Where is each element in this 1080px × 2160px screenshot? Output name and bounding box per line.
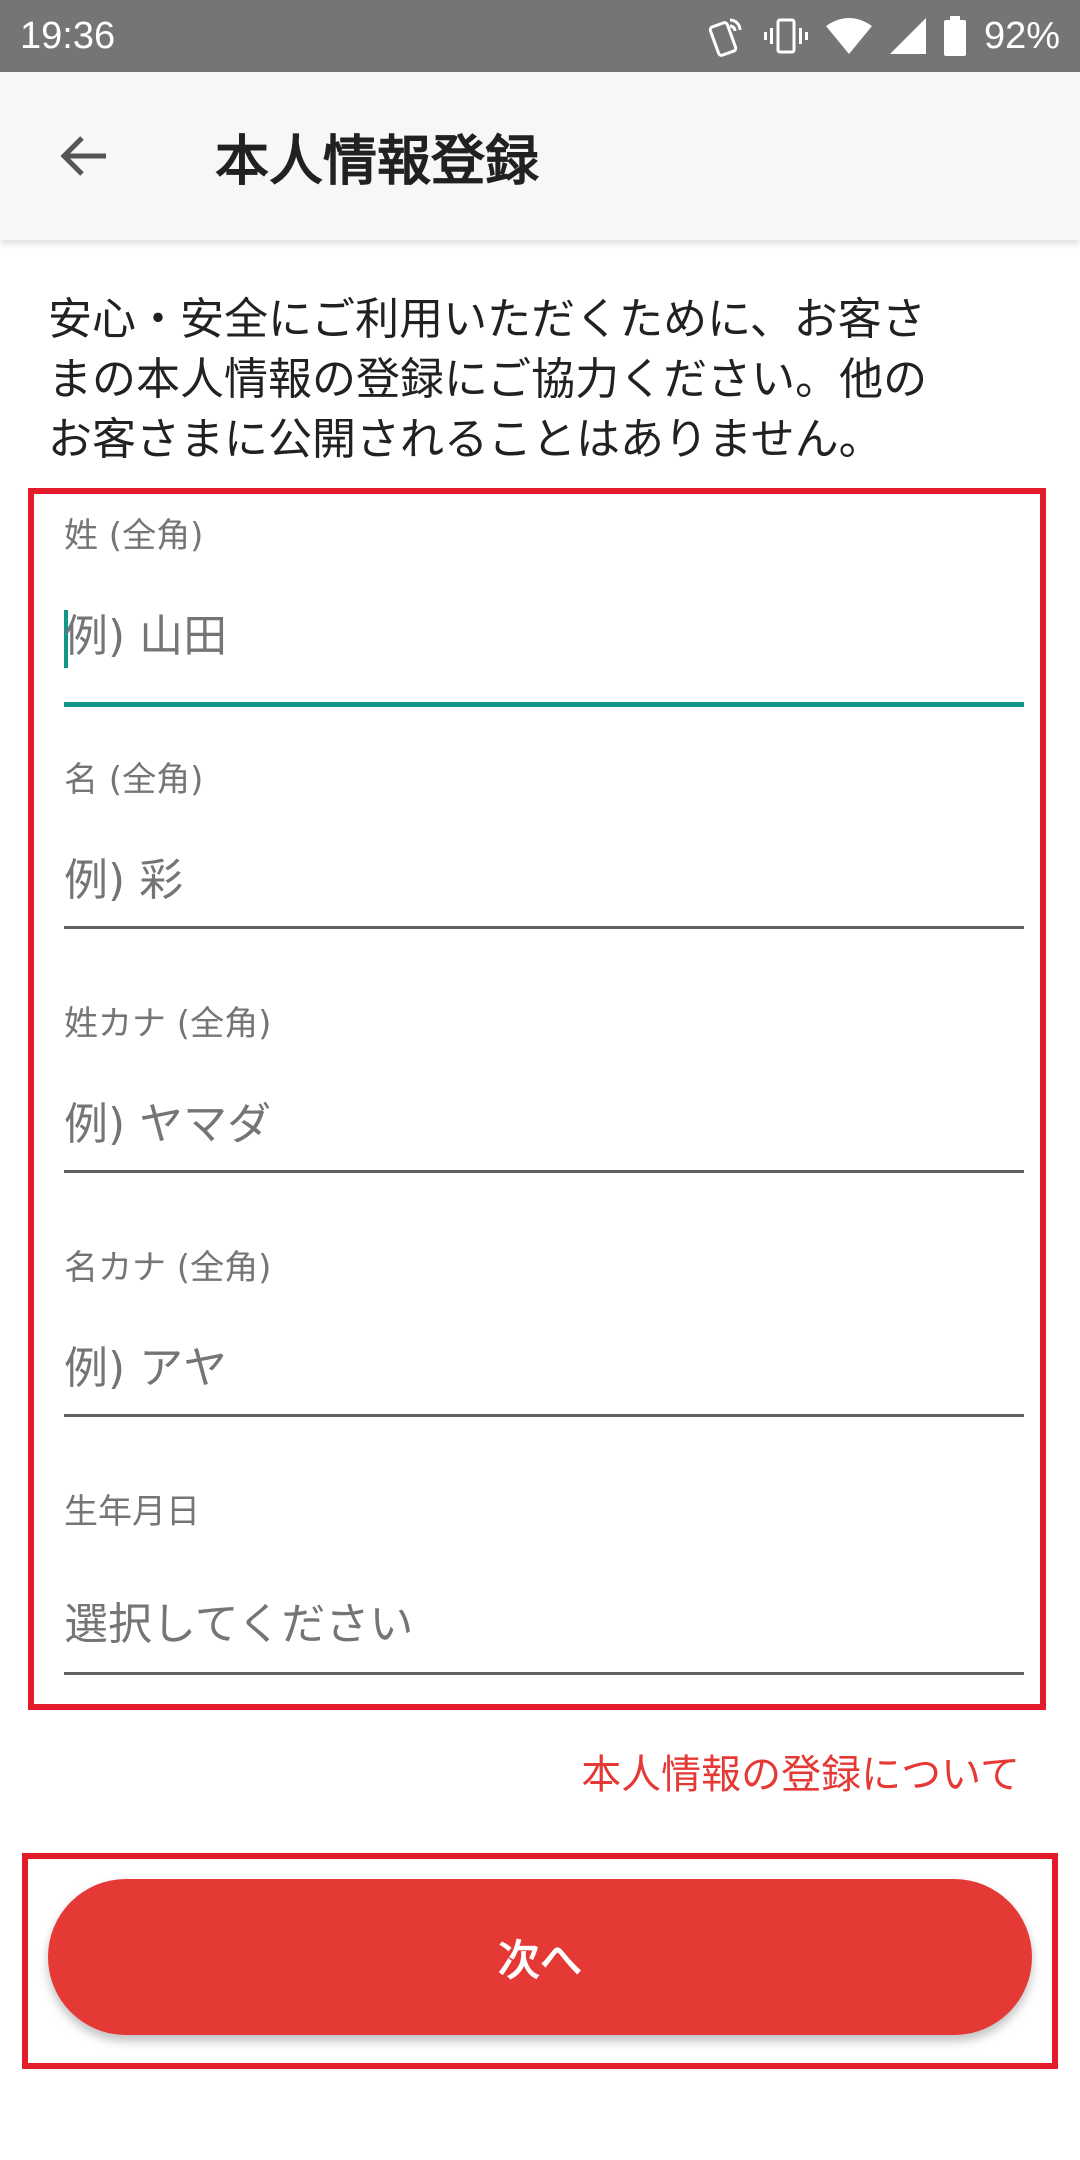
intro-line: まの本人情報の登録にご協力ください。他の (48, 354, 928, 405)
last-name-kana-label: 姓カナ (全角) (64, 1004, 272, 1044)
next-button-label: 次へ (497, 1935, 582, 1985)
birthdate-field: 生年月日 (64, 1484, 1024, 1684)
first-name-label: 名 (全角) (64, 760, 204, 800)
last-name-field: 姓 (全角) (64, 508, 1024, 707)
first-name-input[interactable] (64, 848, 1024, 912)
first-name-kana-underline (64, 1414, 1024, 1417)
vibrate-icon (763, 16, 808, 56)
status-bar: 19:36 92% (0, 0, 1080, 72)
intro-text: 安心・安全にご利用いただくために、お客さ まの本人情報の登録にご協力ください。他… (48, 290, 1028, 470)
last-name-label: 姓 (全角) (64, 516, 204, 556)
status-icons: 92% (706, 14, 1060, 58)
first-name-kana-input[interactable] (64, 1336, 1024, 1400)
page-title: 本人情報登録 (215, 129, 539, 193)
last-name-kana-field: 姓カナ (全角) (64, 996, 1024, 1176)
birthdate-label: 生年月日 (64, 1492, 200, 1532)
battery-percent: 92% (983, 14, 1060, 57)
last-name-kana-underline (64, 1170, 1024, 1173)
intro-line: 安心・安全にご利用いただくために、お客さ (48, 294, 926, 345)
status-time: 19:36 (20, 14, 116, 57)
birthdate-underline (64, 1672, 1024, 1675)
first-name-kana-field: 名カナ (全角) (64, 1240, 1024, 1420)
wifi-icon (825, 18, 872, 54)
first-name-field: 名 (全角) (64, 752, 1024, 932)
signal-icon (889, 18, 926, 54)
first-name-underline (64, 926, 1024, 929)
last-name-kana-input[interactable] (64, 1092, 1024, 1156)
birthdate-select[interactable] (64, 1592, 1024, 1656)
last-name-underline (64, 702, 1024, 707)
back-button[interactable] (44, 116, 124, 196)
personal-info-form: 姓 (全角) 名 (全角) 姓カナ (全角) 名カナ (全角) 生年月日 (28, 488, 1046, 1710)
intro-line: お客さまに公開されることはありません。 (48, 414, 883, 465)
battery-icon (943, 16, 966, 56)
next-button-frame: 次へ (22, 1853, 1058, 2069)
next-button[interactable]: 次へ (48, 1879, 1032, 2035)
last-name-input[interactable] (64, 604, 1024, 668)
first-name-kana-label: 名カナ (全角) (64, 1248, 272, 1288)
about-registration-link[interactable]: 本人情報の登録について (581, 1742, 1020, 1800)
back-arrow-icon (60, 136, 106, 176)
app-bar: 本人情報登録 (0, 72, 1080, 240)
phone-icon (706, 14, 746, 58)
